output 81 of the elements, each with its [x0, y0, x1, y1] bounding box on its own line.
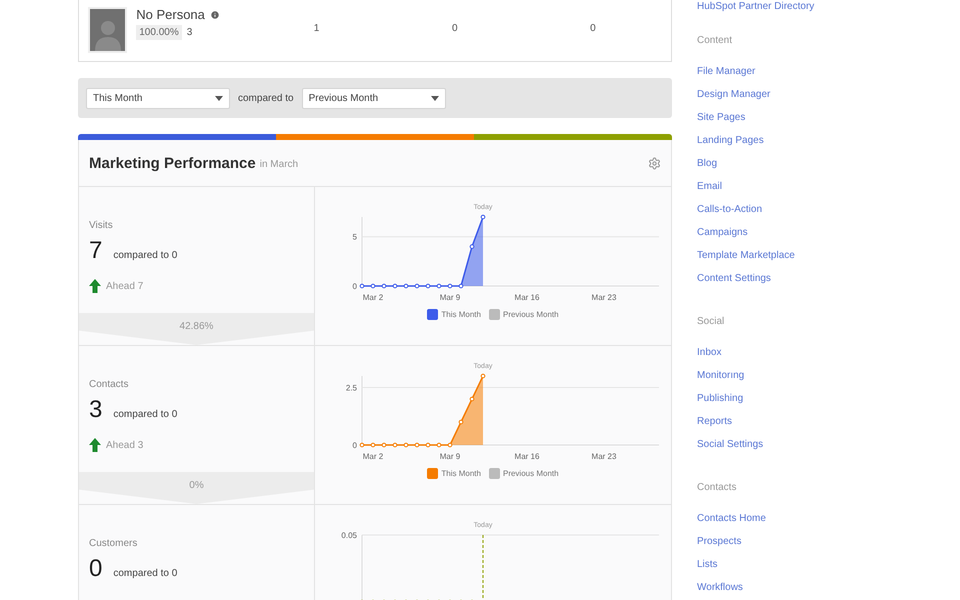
- persona-value: 0: [589, 23, 597, 34]
- period-select[interactable]: This Month: [86, 88, 230, 108]
- sidebar-link[interactable]: Calls-to-Action: [697, 203, 960, 226]
- sidebar-link[interactable]: Lists: [697, 558, 960, 581]
- sidebar-link[interactable]: Social Settings: [697, 438, 960, 461]
- point: [436, 442, 442, 448]
- sidebar-heading: Contacts: [697, 482, 738, 495]
- metric-label: Contacts: [89, 379, 130, 390]
- metric-label: Visits: [89, 220, 114, 231]
- y-tick-label: 2.5: [346, 384, 357, 392]
- persona-value: 0: [450, 23, 459, 34]
- y-tick-label: 0: [352, 282, 357, 291]
- persona-value: 1: [312, 23, 320, 34]
- sidebar-link[interactable]: Campaigns: [697, 226, 960, 249]
- metric-value: 0: [89, 555, 102, 583]
- percent-badge: 100.00%: [136, 25, 182, 40]
- sidebar-link[interactable]: HubSpot Partner Directory: [697, 0, 960, 14]
- sidebar-link[interactable]: Landing Pages: [697, 134, 960, 157]
- legend-item[interactable]: Previous Month: [488, 468, 559, 479]
- info-icon[interactable]: [210, 10, 220, 20]
- point: [448, 442, 452, 448]
- persona-count: 3: [186, 27, 192, 38]
- point: [426, 442, 430, 448]
- compared-text: compared to 0: [113, 409, 178, 420]
- sidebar-link[interactable]: Workflows: [697, 581, 960, 600]
- sidebar-link[interactable]: Prospects: [697, 535, 960, 558]
- up-arrow-icon: [89, 279, 101, 293]
- sidebar-heading: Social: [697, 316, 726, 329]
- ahead-text: Ahead 7: [106, 280, 144, 292]
- point: [370, 442, 376, 448]
- sidebar-link[interactable]: Site Pages: [697, 111, 960, 134]
- avatar-placeholder: [88, 7, 128, 53]
- sidebar-link[interactable]: Reports: [697, 415, 960, 438]
- point: [470, 396, 474, 402]
- x-tick-label: Mar 2: [362, 293, 384, 302]
- x-tick-label: Mar 23: [592, 452, 616, 461]
- point: [404, 442, 408, 448]
- ahead-text: Ahead 3: [106, 440, 144, 450]
- settings-icon[interactable]: [648, 156, 661, 170]
- x-tick-label: Mar 16: [514, 293, 540, 302]
- card-title: Marketing Performance: [89, 154, 256, 172]
- percent-banner: 0%: [79, 472, 314, 504]
- sidebar-link[interactable]: Blog: [697, 157, 960, 180]
- x-tick-label: Mar 16: [514, 452, 540, 461]
- sidebar-heading: Content: [697, 35, 734, 48]
- y-tick-label: 5: [352, 232, 357, 242]
- x-tick-label: Mar 2: [362, 452, 384, 461]
- x-tick-label: Mar 9: [440, 293, 460, 302]
- sidebar-link[interactable]: Template Marketplace: [697, 249, 960, 272]
- card-subtitle: in March: [260, 159, 300, 170]
- percent-banner: 42.86%: [79, 313, 314, 345]
- compared-label: compared to: [238, 92, 294, 104]
- compared-text: compared to 0: [113, 568, 178, 579]
- sidebar-link[interactable]: Content Settings: [697, 272, 960, 295]
- metric-label: Customers: [89, 538, 138, 549]
- point: [392, 442, 398, 448]
- x-tick-label: Mar 23: [592, 293, 616, 302]
- point: [480, 374, 486, 378]
- sidebar-link[interactable]: Publishing: [697, 392, 960, 415]
- sidebar-link[interactable]: File Manager: [697, 65, 960, 88]
- legend-item[interactable]: This Month: [427, 468, 481, 479]
- compared-text: compared to 0: [113, 250, 178, 261]
- legend-item[interactable]: Previous Month: [488, 309, 559, 320]
- sidebar-link[interactable]: Monitorıng: [697, 369, 960, 392]
- x-tick-label: Mar 9: [440, 452, 460, 461]
- point: [360, 442, 364, 448]
- sidebar-link[interactable]: Email: [697, 180, 960, 203]
- legend-item[interactable]: This Month: [427, 309, 481, 320]
- point: [382, 442, 386, 448]
- sidebar-link[interactable]: Design Manager: [697, 88, 960, 111]
- y-tick-label: 0: [352, 441, 357, 450]
- persona-name: No Persona: [136, 7, 205, 22]
- point: [458, 420, 464, 424]
- metric-value: 7: [89, 237, 102, 265]
- y-tick-label: 0.05: [341, 531, 357, 540]
- up-arrow-icon: [89, 438, 101, 452]
- sidebar-link[interactable]: Inbox: [697, 346, 960, 369]
- metric-value: 3: [89, 396, 102, 424]
- sidebar-link[interactable]: Contacts Home: [697, 512, 960, 535]
- point: [414, 442, 420, 448]
- comparison-select[interactable]: Previous Month: [302, 88, 446, 108]
